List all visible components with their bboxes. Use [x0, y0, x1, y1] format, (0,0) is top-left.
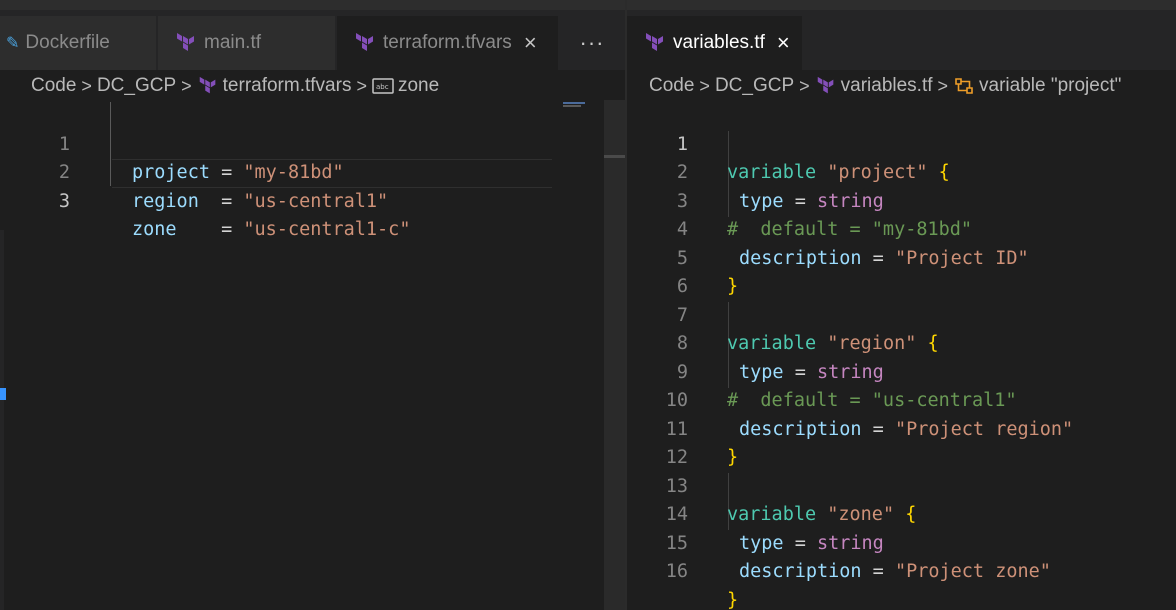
code-line: 7 variable "region" {	[627, 273, 1176, 355]
code-operator: =	[872, 561, 884, 582]
chevron-right-icon: >	[937, 75, 949, 96]
minimap[interactable]	[563, 102, 585, 104]
tab-main-tf[interactable]: main.tf	[158, 16, 336, 70]
code-value: "us-central1-c"	[243, 219, 411, 240]
breadcrumb-item[interactable]: variables.tf	[841, 75, 933, 97]
left-tab-bar: ✎ Dockerfile main.tf terraform.tfvars ×	[0, 0, 625, 70]
docker-file-icon: ✎	[6, 35, 20, 52]
terraform-icon	[356, 33, 373, 51]
scroll-marker	[0, 388, 6, 400]
code-line: 8 type = string	[627, 302, 1176, 383]
breadcrumb: Code > DC_GCP > variables.tf > variable …	[649, 72, 1121, 100]
breadcrumb-item[interactable]: terraform.tfvars	[223, 75, 352, 97]
ellipsis-icon: ···	[579, 30, 605, 55]
code-key: zone	[132, 219, 177, 240]
code-line: 12	[627, 416, 1176, 468]
tab-label: terraform.tfvars	[383, 32, 512, 53]
code-line: 1 project = "my-81bd"	[0, 102, 625, 184]
code-editor[interactable]: 1 project = "my-81bd" 2 region = "us-cen…	[0, 102, 625, 241]
code-line: 3 zone = "us-central1-c"	[0, 159, 625, 241]
code-line: 4 description = "Project ID"	[627, 188, 1176, 269]
code-line: 13 variable "zone" {	[627, 444, 1176, 526]
title-strip	[627, 0, 1176, 10]
line-number: 3	[58, 190, 70, 212]
code-line: 5 }	[627, 216, 1176, 298]
scrollbar-thumb[interactable]	[604, 155, 625, 158]
breadcrumb-item[interactable]: Code	[31, 75, 76, 97]
tab-label: variables.tf	[673, 32, 765, 53]
terraform-icon	[646, 33, 663, 51]
chevron-right-icon: >	[356, 75, 367, 96]
chevron-right-icon: >	[81, 75, 92, 96]
code-brace: }	[727, 589, 739, 610]
code-line: 15 description = "Project zone"	[627, 501, 1176, 583]
svg-text:abc: abc	[376, 83, 389, 91]
code-line: 6	[627, 245, 1176, 297]
breadcrumb-item[interactable]: DC_GCP	[715, 75, 794, 97]
code-line: 9 # default = "us-central1"	[627, 330, 1176, 412]
variable-symbol-icon	[955, 78, 973, 94]
tab-label: main.tf	[204, 32, 262, 53]
code-line: 1 variable "project" {	[627, 102, 1176, 184]
chevron-right-icon: >	[699, 75, 710, 96]
breadcrumb-item[interactable]: Code	[649, 75, 694, 97]
right-tab-bar: variables.tf ×	[627, 0, 1176, 70]
code-line: 11 }	[627, 387, 1176, 469]
title-strip	[0, 0, 625, 10]
code-string: "Project zone"	[894, 561, 1051, 582]
code-line: 2 region = "us-central1"	[0, 131, 625, 212]
activity-edge	[0, 230, 4, 610]
close-icon[interactable]: ×	[524, 32, 537, 54]
code-operator: =	[176, 219, 244, 240]
chevron-right-icon: >	[181, 75, 192, 96]
code-operator: =	[198, 190, 244, 212]
code-line: 14 type = string	[627, 473, 1176, 554]
minimap[interactable]	[563, 105, 581, 107]
breadcrumb: Code > DC_GCP > terraform.tfvars > abc z…	[31, 72, 439, 100]
code-value: "us-central1"	[243, 190, 389, 212]
right-editor-group: variables.tf × Code > DC_GCP > variables…	[627, 0, 1176, 610]
terraform-icon	[817, 76, 833, 94]
breadcrumb-item[interactable]: DC_GCP	[97, 75, 176, 97]
chevron-right-icon: >	[799, 75, 810, 96]
tab-variables-tf[interactable]: variables.tf ×	[627, 16, 803, 70]
code-line: 10 description = "Project region"	[627, 359, 1176, 440]
tab-terraform-tfvars[interactable]: terraform.tfvars ×	[337, 16, 559, 70]
terraform-icon	[199, 76, 215, 94]
terraform-icon	[177, 33, 194, 51]
tab-label: Dockerfile	[25, 32, 110, 53]
left-editor-group: ✎ Dockerfile main.tf terraform.tfvars ×	[0, 0, 625, 610]
breadcrumb-item[interactable]: variable "project"	[979, 75, 1121, 97]
string-symbol-icon: abc	[372, 78, 394, 94]
code-key: region	[132, 190, 199, 212]
close-icon[interactable]: ×	[777, 32, 790, 54]
tab-dockerfile[interactable]: ✎ Dockerfile	[0, 16, 157, 70]
line-number: 16	[665, 561, 688, 582]
code-key: description	[739, 561, 862, 582]
more-actions-button[interactable]: ···	[559, 16, 625, 70]
vertical-scrollbar[interactable]	[604, 100, 625, 610]
breadcrumb-item[interactable]: zone	[398, 75, 439, 97]
code-line: 2 type = string	[627, 131, 1176, 212]
code-line: 3 # default = "my-81bd"	[627, 159, 1176, 241]
code-editor[interactable]: 1 variable "project" { 2 type = string 3…	[627, 102, 1176, 610]
code-line: 16 }	[627, 530, 1176, 610]
